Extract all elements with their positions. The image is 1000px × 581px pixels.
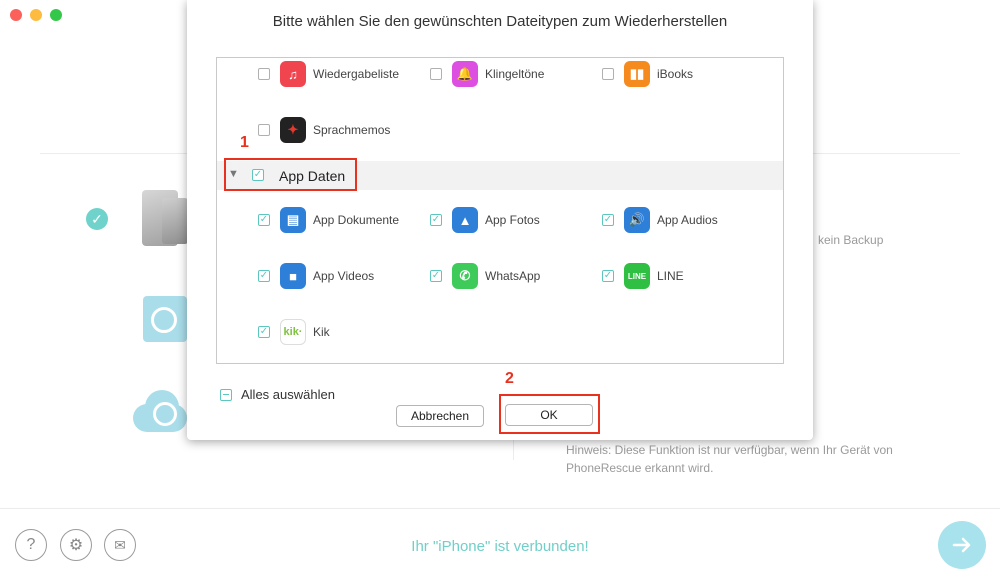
dialog-title: Bitte wählen Sie den gewünschten Dateity… (272, 13, 728, 30)
checkbox[interactable] (430, 68, 442, 80)
list-item-app-fotos[interactable]: ▲ App Fotos (430, 206, 540, 234)
select-all-label: Alles auswählen (241, 387, 335, 402)
list-item-line[interactable]: LINE LINE (602, 262, 684, 290)
file-type-dialog: Bitte wählen Sie den gewünschten Dateity… (187, 0, 813, 440)
item-label: Wiedergabeliste (313, 67, 400, 81)
list-item-ibooks[interactable]: ▮▮ iBooks (602, 60, 693, 88)
hint-line-2: PhoneRescue erkannt wird. (566, 461, 714, 475)
column-divider (513, 440, 514, 460)
list-item-whatsapp[interactable]: ✆ WhatsApp (430, 262, 540, 290)
list-item-kik[interactable]: kik· Kik (258, 318, 330, 346)
item-label: LINE (657, 269, 684, 283)
checkbox[interactable] (258, 124, 270, 136)
kik-icon: kik· (280, 319, 306, 345)
checkbox[interactable] (430, 270, 442, 282)
list-item-wiedergabeliste[interactable]: ♫ Wiedergabeliste (258, 60, 399, 88)
whatsapp-icon: ✆ (452, 263, 478, 289)
ibooks-icon: ▮▮ (624, 61, 650, 87)
list-item-klingeltoene[interactable]: 🔔 Klingeltöne (430, 60, 544, 88)
video-icon: ■ (280, 263, 306, 289)
item-label: Sprachmemos (313, 123, 391, 137)
select-all-checkbox[interactable] (220, 388, 232, 401)
checkbox[interactable] (258, 214, 270, 226)
close-window-button[interactable] (10, 9, 22, 21)
checkbox[interactable] (258, 326, 270, 338)
documents-icon: ▤ (280, 207, 306, 233)
photos-icon: ▲ (452, 207, 478, 233)
item-label: App Audios (657, 213, 718, 227)
item-label: App Dokumente (313, 213, 400, 227)
checkbox[interactable] (602, 270, 614, 282)
no-backup-text: kein Backup (818, 233, 884, 247)
selected-check-icon: ✓ (86, 208, 108, 230)
zoom-window-button[interactable] (50, 9, 62, 21)
playlist-icon: ♫ (280, 61, 306, 87)
arrow-right-icon (952, 537, 971, 553)
hint-line-1: Hinweis: Diese Funktion ist nur verfügba… (566, 443, 893, 457)
file-type-list[interactable]: ♫ Wiedergabeliste 🔔 Klingeltöne ▮▮ iBook… (216, 57, 784, 364)
annotation-box-2 (499, 394, 600, 434)
annotation-box-1 (224, 158, 357, 191)
list-item-sprachmemos[interactable]: ✦ Sprachmemos (258, 116, 390, 144)
item-label: Kik (313, 325, 330, 339)
ringtone-icon: 🔔 (452, 61, 478, 87)
checkbox[interactable] (430, 214, 442, 226)
voice-memo-icon: ✦ (280, 117, 306, 143)
itunes-backup-icon[interactable] (143, 290, 187, 342)
select-all-row[interactable]: Alles auswählen (220, 387, 335, 402)
checkbox[interactable] (258, 270, 270, 282)
checkbox[interactable] (258, 68, 270, 80)
annotation-number-1: 1 (240, 134, 249, 151)
next-button[interactable] (938, 521, 986, 569)
icloud-icon[interactable] (133, 388, 189, 434)
connection-status: Ihr "iPhone" ist verbunden! (411, 538, 589, 555)
item-label: App Fotos (485, 213, 540, 227)
item-label: Klingeltöne (485, 67, 545, 81)
device-icon[interactable] (140, 188, 188, 248)
footer-divider (0, 508, 1000, 509)
checkbox[interactable] (602, 68, 614, 80)
line-icon: LINE (624, 263, 650, 289)
cancel-button[interactable]: Abbrechen (396, 405, 484, 427)
audio-icon: 🔊 (624, 207, 650, 233)
item-label: iBooks (657, 67, 694, 81)
item-label: App Videos (313, 269, 375, 283)
item-label: WhatsApp (485, 269, 541, 283)
checkbox[interactable] (602, 214, 614, 226)
list-item-app-videos[interactable]: ■ App Videos (258, 262, 374, 290)
list-item-app-audios[interactable]: 🔊 App Audios (602, 206, 718, 234)
list-item-app-dokumente[interactable]: ▤ App Dokumente (258, 206, 399, 234)
annotation-number-2: 2 (505, 370, 514, 387)
minimize-window-button[interactable] (30, 9, 42, 21)
